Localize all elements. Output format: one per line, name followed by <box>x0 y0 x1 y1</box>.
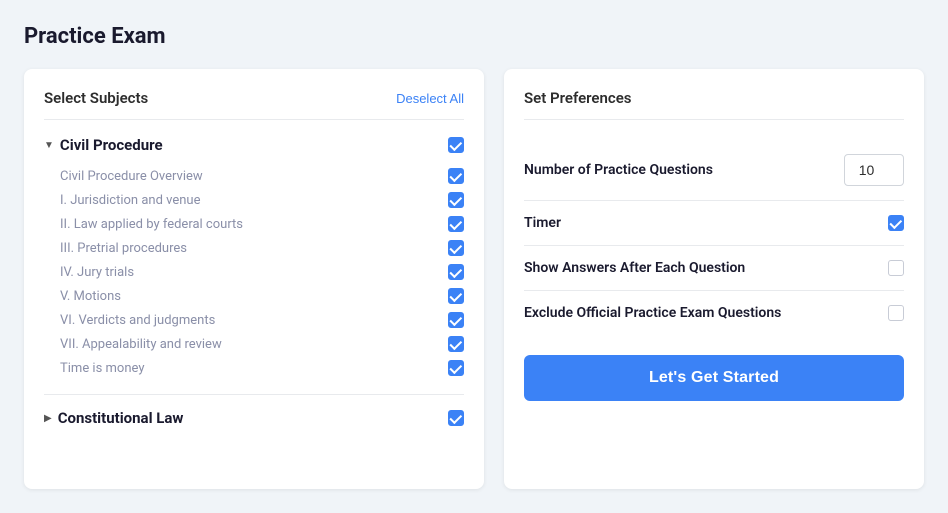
item-checkbox[interactable] <box>448 312 464 328</box>
subject-items-civil-procedure: Civil Procedure Overview I. Jurisdiction… <box>44 164 464 380</box>
subject-checkbox-civil-procedure[interactable] <box>448 137 464 153</box>
chevron-down-icon: ▼ <box>44 140 54 151</box>
subject-group-constitutional-law: ▶ Constitutional Law <box>44 394 464 427</box>
main-layout: Select Subjects Deselect All ▼ Civil Pro… <box>24 69 924 489</box>
start-button[interactable]: Let's Get Started <box>524 355 904 401</box>
pref-label-show-answers: Show Answers After Each Question <box>524 260 745 276</box>
subject-name-civil-procedure: Civil Procedure <box>60 136 163 154</box>
pref-label-num-questions: Number of Practice Questions <box>524 162 713 178</box>
pref-row-show-answers: Show Answers After Each Question <box>524 246 904 291</box>
item-label: Time is money <box>60 361 145 376</box>
list-item: IV. Jury trials <box>60 260 464 284</box>
show-answers-checkbox[interactable] <box>888 260 904 276</box>
item-checkbox[interactable] <box>448 216 464 232</box>
item-checkbox[interactable] <box>448 288 464 304</box>
subjects-panel-title: Select Subjects <box>44 89 148 107</box>
subjects-panel: Select Subjects Deselect All ▼ Civil Pro… <box>24 69 484 489</box>
deselect-all-button[interactable]: Deselect All <box>396 91 464 106</box>
pref-label-exclude-official: Exclude Official Practice Exam Questions <box>524 305 781 321</box>
list-item: I. Jurisdiction and venue <box>60 188 464 212</box>
subject-name-constitutional-law: Constitutional Law <box>58 409 184 427</box>
item-checkbox[interactable] <box>448 192 464 208</box>
page-title: Practice Exam <box>24 24 924 49</box>
subject-header-constitutional-law[interactable]: ▶ Constitutional Law <box>44 409 464 427</box>
item-checkbox[interactable] <box>448 240 464 256</box>
pref-row-exclude-official: Exclude Official Practice Exam Questions <box>524 291 904 335</box>
exclude-official-checkbox[interactable] <box>888 305 904 321</box>
item-checkbox[interactable] <box>448 168 464 184</box>
item-label: I. Jurisdiction and venue <box>60 193 201 208</box>
list-item: Civil Procedure Overview <box>60 164 464 188</box>
preferences-panel: Set Preferences Number of Practice Quest… <box>504 69 924 489</box>
subject-group-civil-procedure: ▼ Civil Procedure Civil Procedure Overvi… <box>44 136 464 380</box>
pref-row-timer: Timer <box>524 201 904 246</box>
timer-checkbox[interactable] <box>888 215 904 231</box>
item-checkbox[interactable] <box>448 360 464 376</box>
item-label: IV. Jury trials <box>60 265 134 280</box>
item-label: Civil Procedure Overview <box>60 169 203 184</box>
item-label: III. Pretrial procedures <box>60 241 187 256</box>
preferences-panel-title: Set Preferences <box>524 89 904 120</box>
list-item: V. Motions <box>60 284 464 308</box>
subjects-panel-header: Select Subjects Deselect All <box>44 89 464 120</box>
item-checkbox[interactable] <box>448 264 464 280</box>
item-label: VII. Appealability and review <box>60 337 222 352</box>
list-item: Time is money <box>60 356 464 380</box>
list-item: VI. Verdicts and judgments <box>60 308 464 332</box>
list-item: VII. Appealability and review <box>60 332 464 356</box>
list-item: II. Law applied by federal courts <box>60 212 464 236</box>
item-label: VI. Verdicts and judgments <box>60 313 215 328</box>
subject-checkbox-constitutional-law[interactable] <box>448 410 464 426</box>
item-checkbox[interactable] <box>448 336 464 352</box>
subject-header-civil-procedure[interactable]: ▼ Civil Procedure <box>44 136 464 154</box>
pref-label-timer: Timer <box>524 215 561 231</box>
num-questions-input[interactable] <box>844 154 904 186</box>
item-label: V. Motions <box>60 289 121 304</box>
pref-row-num-questions: Number of Practice Questions <box>524 140 904 201</box>
chevron-right-icon: ▶ <box>44 413 52 424</box>
list-item: III. Pretrial procedures <box>60 236 464 260</box>
item-label: II. Law applied by federal courts <box>60 217 243 232</box>
